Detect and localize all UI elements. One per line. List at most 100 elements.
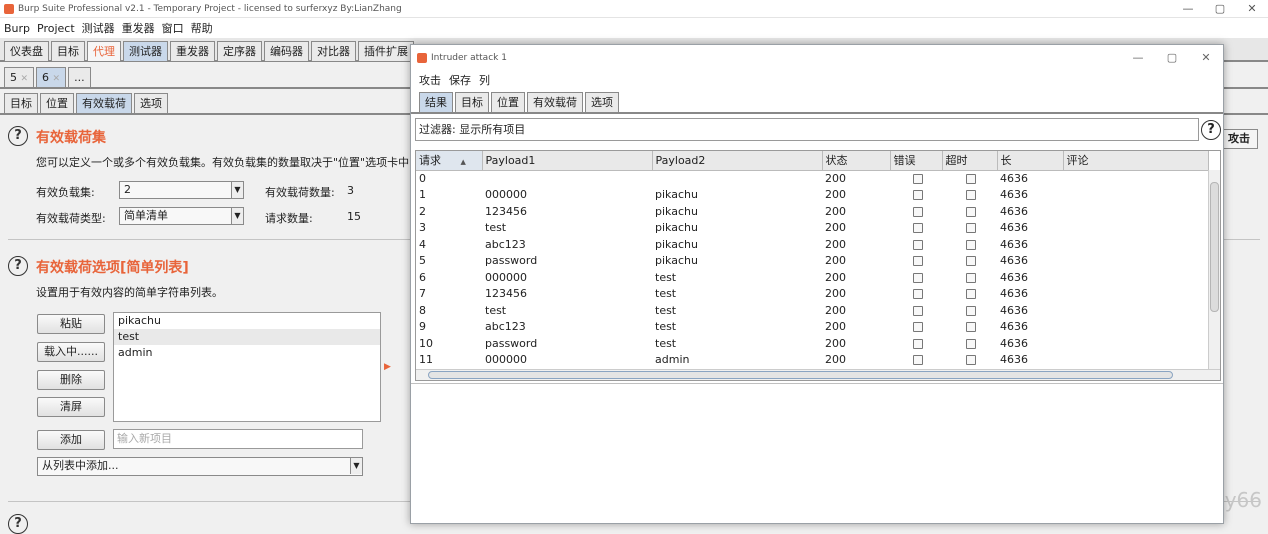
close-icon[interactable]: ✕ <box>1236 0 1268 18</box>
payload-sets-title: 有效载荷集 <box>36 127 106 147</box>
table-row[interactable]: 4abc123pikachu2004636 <box>416 236 1208 253</box>
clear-button[interactable]: 清屏 <box>37 397 105 417</box>
split-pane-divider[interactable] <box>411 383 1223 386</box>
list-item[interactable]: admin <box>114 345 380 361</box>
add-button[interactable]: 添加 <box>37 430 105 450</box>
title-bar: Burp Suite Professional v2.1 - Temporary… <box>0 0 1268 18</box>
help-icon[interactable]: ? <box>8 126 28 146</box>
table-row[interactable]: 9abc123test2004636 <box>416 319 1208 336</box>
help-icon[interactable]: ? <box>8 256 28 276</box>
column-header-length[interactable]: 长 <box>997 151 1063 170</box>
close-icon[interactable]: ✕ <box>1189 47 1223 69</box>
table-row[interactable]: 1000000pikachu2004636 <box>416 187 1208 204</box>
tab-payloads[interactable]: 有效载荷 <box>76 93 132 113</box>
paste-button[interactable]: 粘贴 <box>37 314 105 334</box>
minimize-icon[interactable]: — <box>1172 0 1204 18</box>
table-row[interactable]: 11000000admin2004636 <box>416 352 1208 369</box>
help-icon[interactable]: ? <box>1201 120 1221 140</box>
payload-set-select[interactable]: 2 ▼ <box>119 181 244 199</box>
scrollbar-thumb[interactable] <box>1210 182 1219 312</box>
cell-comment <box>1063 253 1208 270</box>
menu-repeater[interactable]: 重发器 <box>122 20 155 36</box>
minimize-icon[interactable]: — <box>1121 47 1155 69</box>
tab-extender[interactable]: 插件扩展 <box>358 41 414 61</box>
menu-window[interactable]: 窗口 <box>162 20 184 36</box>
scrollbar-thumb[interactable] <box>428 371 1173 379</box>
cell-status: 200 <box>822 203 890 220</box>
horizontal-scrollbar[interactable] <box>416 369 1220 380</box>
column-header-payload2[interactable]: Payload2 <box>652 151 822 170</box>
list-item[interactable]: test <box>114 329 380 345</box>
table-row[interactable]: 10passwordtest2004636 <box>416 335 1208 352</box>
payload-options-description: 设置用于有效内容的简单字符串列表。 <box>36 284 223 300</box>
tab-payloads[interactable]: 有效载荷 <box>527 92 583 112</box>
cell-payload1: test <box>482 302 652 319</box>
checkbox-icon <box>913 207 923 217</box>
table-row[interactable]: 5passwordpikachu2004636 <box>416 253 1208 270</box>
attack-tab-5[interactable]: 5 ✕ <box>4 67 34 87</box>
tab-dashboard[interactable]: 仪表盘 <box>4 41 49 61</box>
attack-tab-more[interactable]: ... <box>68 67 91 87</box>
close-icon[interactable]: ✕ <box>53 74 61 84</box>
menu-save[interactable]: 保存 <box>449 72 471 88</box>
cell-payload2: pikachu <box>652 203 822 220</box>
tab-comparer[interactable]: 对比器 <box>311 41 356 61</box>
column-header-status[interactable]: 状态 <box>822 151 890 170</box>
remove-button[interactable]: 删除 <box>37 370 105 390</box>
sort-asc-icon: ▲ <box>461 158 466 166</box>
tab-intruder[interactable]: 测试器 <box>123 41 168 61</box>
table-row[interactable]: 6000000test2004636 <box>416 269 1208 286</box>
payload-list[interactable]: pikachu test admin <box>113 312 381 422</box>
tab-encoder[interactable]: 编码器 <box>264 41 309 61</box>
table-row[interactable]: 2123456pikachu2004636 <box>416 203 1208 220</box>
burp-logo-icon <box>417 53 427 63</box>
cell-comment <box>1063 170 1208 187</box>
checkbox-icon <box>913 289 923 299</box>
tab-positions[interactable]: 位置 <box>491 92 525 112</box>
filter-bar[interactable]: 过滤器: 显示所有项目 <box>415 118 1199 141</box>
menu-burp[interactable]: Burp <box>4 22 30 35</box>
payload-type-select[interactable]: 简单清单 ▼ <box>119 207 244 225</box>
cell-status: 200 <box>822 220 890 237</box>
load-button[interactable]: 载入中...... <box>37 342 105 362</box>
cell-request: 11 <box>416 352 482 369</box>
new-item-input[interactable]: 输入新项目 <box>113 429 363 449</box>
menu-attack[interactable]: 攻击 <box>419 72 441 88</box>
tab-options[interactable]: 选项 <box>134 93 168 113</box>
tab-target[interactable]: 目标 <box>51 41 85 61</box>
tab-target[interactable]: 目标 <box>455 92 489 112</box>
add-from-list-select[interactable]: 从列表中添加... ▼ <box>37 457 363 476</box>
attack-tab-6[interactable]: 6 ✕ <box>36 67 66 87</box>
checkbox-icon <box>966 322 976 332</box>
maximize-icon[interactable]: ▢ <box>1204 0 1236 18</box>
tab-repeater[interactable]: 重发器 <box>170 41 215 61</box>
tab-sequencer[interactable]: 定序器 <box>217 41 262 61</box>
vertical-scrollbar[interactable] <box>1208 170 1220 370</box>
tab-options[interactable]: 选项 <box>585 92 619 112</box>
tab-results[interactable]: 结果 <box>419 92 453 112</box>
menu-columns[interactable]: 列 <box>479 72 490 88</box>
table-row[interactable]: 8testtest2004636 <box>416 302 1208 319</box>
list-item[interactable]: pikachu <box>114 313 380 329</box>
tab-proxy[interactable]: 代理 <box>87 41 121 61</box>
column-header-error[interactable]: 错误 <box>890 151 942 170</box>
table-row[interactable]: 02004636 <box>416 170 1208 187</box>
column-header-payload1[interactable]: Payload1 <box>482 151 652 170</box>
close-icon[interactable]: ✕ <box>21 74 29 84</box>
column-header-timeout[interactable]: 超时 <box>942 151 997 170</box>
start-attack-button[interactable]: 攻击 <box>1220 129 1258 149</box>
table-row[interactable]: 7123456test2004636 <box>416 286 1208 303</box>
cell-error <box>890 187 942 204</box>
menu-intruder[interactable]: 测试器 <box>82 20 115 36</box>
checkbox-icon <box>913 339 923 349</box>
menu-project[interactable]: Project <box>37 22 75 35</box>
column-header-request[interactable]: 请求 ▲ <box>416 151 482 170</box>
maximize-icon[interactable]: ▢ <box>1155 47 1189 69</box>
table-row[interactable]: 3testpikachu2004636 <box>416 220 1208 237</box>
tab-positions[interactable]: 位置 <box>40 93 74 113</box>
menu-help[interactable]: 帮助 <box>191 20 213 36</box>
column-header-comment[interactable]: 评论 <box>1063 151 1208 170</box>
help-icon[interactable]: ? <box>8 514 28 534</box>
checkbox-icon <box>913 355 923 365</box>
tab-positions-target[interactable]: 目标 <box>4 93 38 113</box>
